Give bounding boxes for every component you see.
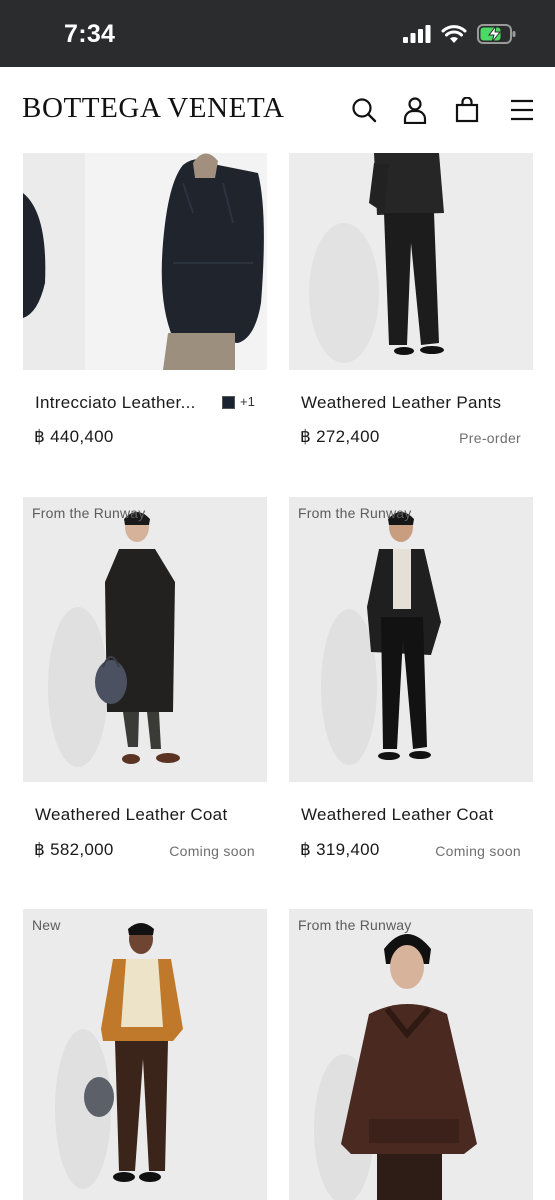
- site-header: BOTTEGA VENETA: [0, 67, 555, 153]
- availability-status: Coming soon: [169, 843, 255, 859]
- product-badge: From the Runway: [298, 505, 412, 521]
- status-icons: [403, 24, 517, 44]
- product-image[interactable]: From the Runway: [289, 497, 533, 782]
- product-badge: New: [32, 917, 61, 933]
- availability-status: Pre-order: [459, 430, 521, 446]
- battery-charging-icon: [477, 24, 516, 44]
- product-price: ฿ 440,400: [34, 427, 114, 446]
- more-colors-count[interactable]: +1: [240, 394, 255, 409]
- product-badge: From the Runway: [298, 917, 412, 933]
- product-image[interactable]: From the Runway: [23, 497, 267, 782]
- product-badge: From the Runway: [32, 505, 146, 521]
- product-name[interactable]: Intrecciato Leather...: [35, 393, 196, 413]
- product-price: ฿ 272,400: [300, 427, 380, 446]
- product-image[interactable]: [289, 153, 533, 370]
- product-price: ฿ 319,400: [300, 840, 380, 859]
- signal-icon: [403, 25, 431, 43]
- product-price: ฿ 582,000: [34, 840, 114, 859]
- product-name[interactable]: Weathered Leather Coat: [301, 805, 493, 825]
- product-name[interactable]: Weathered Leather Coat: [35, 805, 227, 825]
- product-image[interactable]: [23, 153, 267, 370]
- brand-logo[interactable]: BOTTEGA VENETA: [22, 92, 285, 125]
- shopping-bag-icon[interactable]: [452, 95, 482, 125]
- wifi-icon: [441, 24, 467, 43]
- status-time: 7:34: [64, 20, 116, 48]
- product-name[interactable]: Weathered Leather Pants: [301, 393, 501, 413]
- product-image[interactable]: New: [23, 909, 267, 1200]
- color-swatch[interactable]: [222, 396, 235, 409]
- status-bar: 7:34: [0, 0, 555, 67]
- product-image[interactable]: From the Runway: [289, 909, 533, 1200]
- search-icon[interactable]: [349, 95, 379, 125]
- menu-icon[interactable]: [507, 95, 537, 125]
- availability-status: Coming soon: [435, 843, 521, 859]
- account-icon[interactable]: [400, 95, 430, 125]
